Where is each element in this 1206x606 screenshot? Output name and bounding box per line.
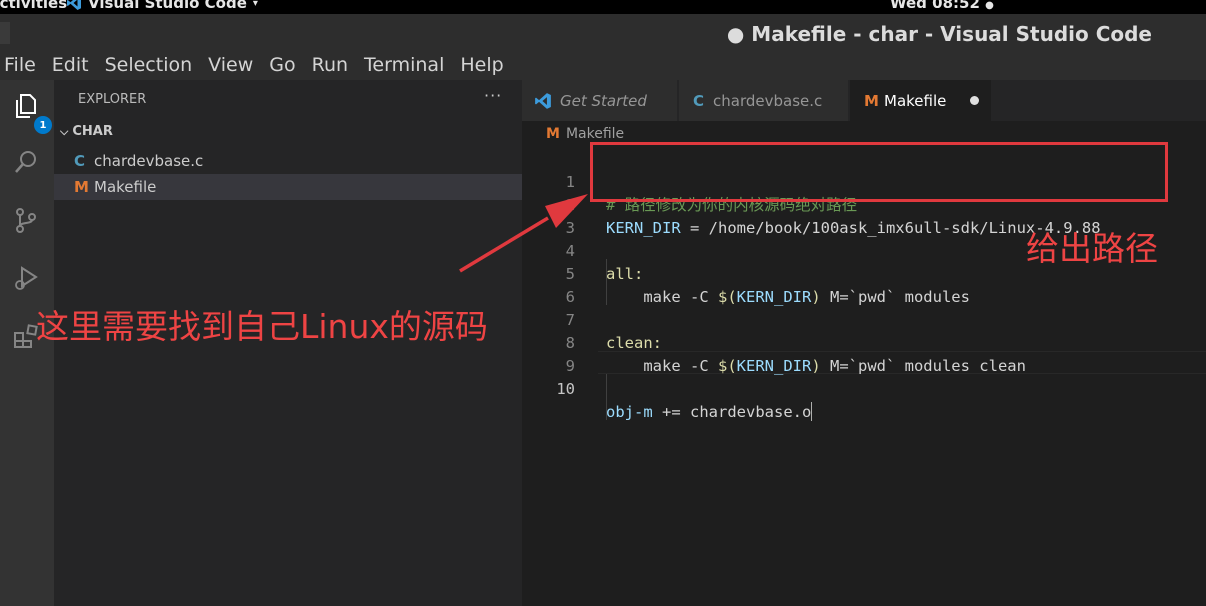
annotation-left-note: 这里需要找到自己Linux的源码 [36,307,488,346]
annotation-right-note: 给出路径 [1026,229,1158,268]
